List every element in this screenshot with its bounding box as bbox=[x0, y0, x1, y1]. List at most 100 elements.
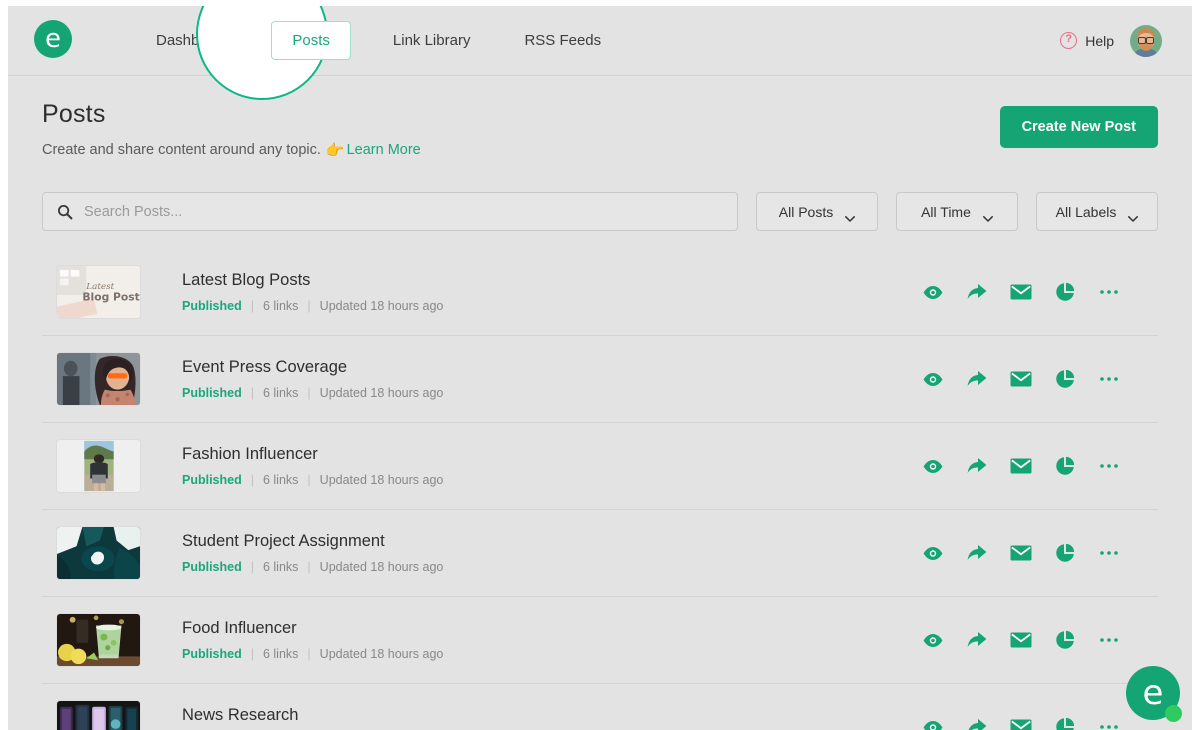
table-row[interactable]: Event Press Coverage Published | 6 links… bbox=[42, 336, 1158, 423]
meta-divider: | bbox=[307, 647, 311, 661]
posts-list: Latest Blog Posts Latest Blog Posts Publ… bbox=[42, 249, 1158, 730]
email-icon[interactable] bbox=[1010, 281, 1032, 303]
post-meta: Published | 6 links | Updated 18 hours a… bbox=[182, 560, 922, 574]
share-icon[interactable] bbox=[966, 716, 988, 730]
share-icon[interactable] bbox=[966, 455, 988, 477]
post-title[interactable]: Fashion Influencer bbox=[182, 445, 922, 464]
post-title[interactable]: Latest Blog Posts bbox=[182, 271, 922, 290]
post-info: News Research Published | 6 links | Upda… bbox=[182, 706, 922, 730]
preview-icon[interactable] bbox=[922, 368, 944, 390]
post-info: Latest Blog Posts Published | 6 links | … bbox=[182, 271, 922, 313]
post-thumbnail: Latest Blog Posts bbox=[56, 265, 141, 319]
table-row[interactable]: News Research Published | 6 links | Upda… bbox=[42, 684, 1158, 730]
chevron-down-icon bbox=[982, 209, 993, 222]
analytics-icon[interactable] bbox=[1054, 716, 1076, 730]
table-row[interactable]: Food Influencer Published | 6 links | Up… bbox=[42, 597, 1158, 684]
filter-all-time-label: All Time bbox=[921, 203, 971, 220]
post-title[interactable]: Student Project Assignment bbox=[182, 532, 922, 551]
meta-divider: | bbox=[250, 647, 254, 661]
post-info: Event Press Coverage Published | 6 links… bbox=[182, 358, 922, 400]
preview-icon[interactable] bbox=[922, 716, 944, 730]
more-options-icon[interactable] bbox=[1098, 542, 1120, 564]
post-info: Fashion Influencer Published | 6 links |… bbox=[182, 445, 922, 487]
email-icon[interactable] bbox=[1010, 629, 1032, 651]
meta-divider: | bbox=[250, 299, 254, 313]
post-title[interactable]: News Research bbox=[182, 706, 922, 725]
share-icon[interactable] bbox=[966, 281, 988, 303]
elink-logo-icon: e bbox=[1142, 673, 1164, 713]
help-label: Help bbox=[1085, 32, 1114, 49]
meta-divider: | bbox=[307, 473, 311, 487]
preview-icon[interactable] bbox=[922, 455, 944, 477]
page-header-text: Posts Create and share content around an… bbox=[42, 100, 1000, 159]
table-row[interactable]: Student Project Assignment Published | 6… bbox=[42, 510, 1158, 597]
meta-divider: | bbox=[307, 299, 311, 313]
row-actions bbox=[922, 455, 1120, 477]
share-icon[interactable] bbox=[966, 542, 988, 564]
share-icon[interactable] bbox=[966, 368, 988, 390]
post-thumbnail bbox=[56, 352, 141, 406]
email-icon[interactable] bbox=[1010, 716, 1032, 730]
analytics-icon[interactable] bbox=[1054, 629, 1076, 651]
post-meta: Published | 6 links | Updated 18 hours a… bbox=[182, 386, 922, 400]
filter-all-labels[interactable]: All Labels bbox=[1036, 192, 1158, 231]
elink-logo-icon: e bbox=[34, 19, 72, 58]
post-meta: Published | 6 links | Updated 18 hours a… bbox=[182, 647, 922, 661]
filter-all-time[interactable]: All Time bbox=[896, 192, 1018, 231]
filter-all-posts[interactable]: All Posts bbox=[756, 192, 878, 231]
nav-item-link-library[interactable]: Link Library bbox=[381, 23, 483, 58]
app-window: e Dashboard Posts Link Library RSS Feeds… bbox=[8, 6, 1192, 730]
table-row[interactable]: Latest Blog Posts Latest Blog Posts Publ… bbox=[42, 249, 1158, 336]
more-options-icon[interactable] bbox=[1098, 629, 1120, 651]
row-actions bbox=[922, 629, 1120, 651]
avatar[interactable] bbox=[1130, 24, 1162, 57]
row-actions bbox=[922, 716, 1120, 730]
more-options-icon[interactable] bbox=[1098, 281, 1120, 303]
email-icon[interactable] bbox=[1010, 455, 1032, 477]
page-title: Posts bbox=[42, 100, 106, 128]
more-options-icon[interactable] bbox=[1098, 368, 1120, 390]
analytics-icon[interactable] bbox=[1054, 368, 1076, 390]
email-icon[interactable] bbox=[1010, 542, 1032, 564]
create-new-post-button[interactable]: Create New Post bbox=[999, 106, 1158, 148]
post-links-count: 6 links bbox=[262, 560, 299, 574]
learn-more-link[interactable]: Learn More bbox=[347, 142, 421, 158]
meta-divider: | bbox=[250, 560, 254, 574]
post-title[interactable]: Food Influencer bbox=[182, 619, 922, 638]
status-badge: Published bbox=[182, 299, 242, 313]
analytics-icon[interactable] bbox=[1054, 542, 1076, 564]
post-links-count: 6 links bbox=[262, 386, 299, 400]
search-input[interactable] bbox=[84, 203, 723, 220]
post-links-count: 6 links bbox=[262, 647, 299, 661]
table-row[interactable]: Fashion Influencer Published | 6 links |… bbox=[42, 423, 1158, 510]
nav-item-posts[interactable]: Posts bbox=[271, 21, 351, 60]
chevron-down-icon bbox=[1128, 209, 1139, 222]
more-options-icon[interactable] bbox=[1098, 716, 1120, 730]
analytics-icon[interactable] bbox=[1054, 455, 1076, 477]
post-updated: Updated 18 hours ago bbox=[319, 473, 444, 487]
preview-icon[interactable] bbox=[922, 281, 944, 303]
avatar-glasses bbox=[1138, 36, 1154, 44]
search-box[interactable] bbox=[42, 192, 738, 231]
meta-divider: | bbox=[250, 386, 254, 400]
help-button[interactable]: ? Help bbox=[1060, 32, 1114, 49]
post-thumbnail bbox=[56, 526, 141, 580]
row-actions bbox=[922, 368, 1120, 390]
analytics-icon[interactable] bbox=[1054, 281, 1076, 303]
preview-icon[interactable] bbox=[922, 542, 944, 564]
meta-divider: | bbox=[307, 560, 311, 574]
status-badge: Published bbox=[182, 473, 242, 487]
pointing-hand-icon: 👉 bbox=[325, 142, 345, 159]
post-title[interactable]: Event Press Coverage bbox=[182, 358, 922, 377]
preview-icon[interactable] bbox=[922, 629, 944, 651]
post-thumbnail bbox=[56, 613, 141, 667]
page-subtitle-text: Create and share content around any topi… bbox=[42, 142, 321, 158]
brand-logo[interactable]: e bbox=[34, 19, 76, 62]
svg-text:Blog Posts: Blog Posts bbox=[82, 291, 140, 304]
nav-item-rss-feeds[interactable]: RSS Feeds bbox=[512, 23, 613, 58]
more-options-icon[interactable] bbox=[1098, 455, 1120, 477]
nav-right-group: ? Help bbox=[1060, 24, 1162, 57]
email-icon[interactable] bbox=[1010, 368, 1032, 390]
chevron-down-icon bbox=[845, 209, 856, 222]
share-icon[interactable] bbox=[966, 629, 988, 651]
